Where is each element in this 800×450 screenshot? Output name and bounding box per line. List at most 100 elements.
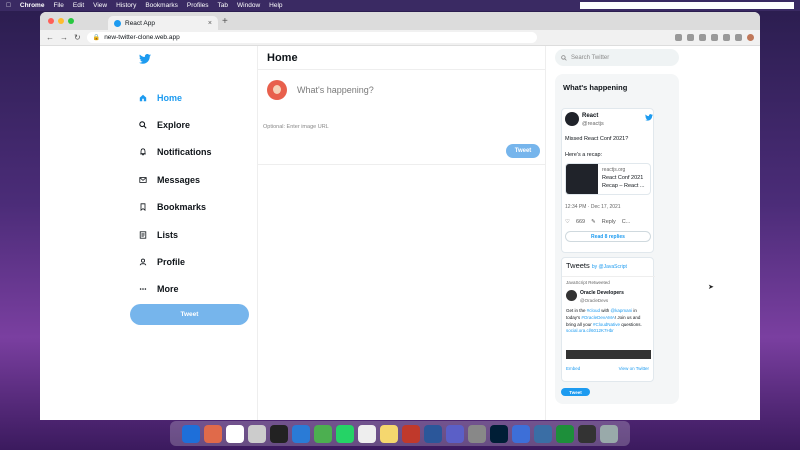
menu-file[interactable]: File xyxy=(53,2,63,9)
list-icon xyxy=(139,231,147,239)
menu-view[interactable]: View xyxy=(93,2,107,9)
menu-window[interactable]: Window xyxy=(237,2,260,9)
network-icon[interactable] xyxy=(534,424,552,443)
sidebar-item-explore[interactable]: Explore xyxy=(139,111,212,138)
back-arrow-icon[interactable]: ← xyxy=(46,33,54,42)
sidebar-item-notifications[interactable]: Notifications xyxy=(139,139,212,166)
extension-icon[interactable] xyxy=(699,34,706,41)
sidebar-item-profile[interactable]: Profile xyxy=(139,248,212,275)
battery-text[interactable]: 42% xyxy=(580,2,593,9)
divider xyxy=(258,164,546,165)
search-input[interactable]: Search Twitter xyxy=(555,49,679,66)
close-tab-icon[interactable]: × xyxy=(208,20,212,27)
timeline-title: Tweets xyxy=(566,261,590,270)
settings-icon[interactable] xyxy=(468,424,486,443)
sidebar-item-label: Home xyxy=(157,92,183,103)
forward-arrow-icon[interactable]: → xyxy=(60,33,68,42)
tweet-media[interactable] xyxy=(566,350,651,359)
extension-icon[interactable] xyxy=(675,34,682,41)
image-url-input[interactable]: Optional: Enter image URL xyxy=(263,124,329,130)
reply-button[interactable]: Reply xyxy=(602,219,616,225)
tweet-author[interactable]: Oracle Developers xyxy=(580,290,624,296)
menu-tab[interactable]: Tab xyxy=(218,2,228,9)
menu-profiles[interactable]: Profiles xyxy=(187,2,209,9)
new-tab-button[interactable]: + xyxy=(222,16,228,27)
maximize-window-button[interactable] xyxy=(68,18,74,24)
sidebar-item-more[interactable]: More xyxy=(139,276,212,303)
numbers-icon[interactable] xyxy=(556,424,574,443)
reload-icon[interactable]: ↻ xyxy=(74,33,81,42)
tweet-handle[interactable]: @reactjs xyxy=(582,121,604,127)
tweet-button[interactable]: Tweet xyxy=(506,144,540,158)
sidebar-item-bookmarks[interactable]: Bookmarks xyxy=(139,194,212,221)
terminal-icon[interactable] xyxy=(270,424,288,443)
sidebar-nav: Home Explore Notifications Messages Book… xyxy=(139,84,212,303)
vscode-icon[interactable] xyxy=(292,424,310,443)
avatar[interactable] xyxy=(267,80,287,100)
timeline-by[interactable]: by @JavaScript xyxy=(592,264,627,270)
menu-history[interactable]: History xyxy=(116,2,136,9)
tweet-author[interactable]: React xyxy=(582,113,598,119)
word-icon[interactable] xyxy=(424,424,442,443)
teams-icon[interactable] xyxy=(446,424,464,443)
embed-link[interactable]: Embed xyxy=(566,366,580,371)
copy-link-button[interactable]: C... xyxy=(622,219,631,225)
timeline-widget: Tweets by @JavaScript JavaScript Retweet… xyxy=(561,257,655,382)
sidebar-item-home[interactable]: Home xyxy=(139,84,212,111)
reply-icon[interactable]: ✎ xyxy=(591,219,596,225)
wifi-icon[interactable]: ≈ xyxy=(601,2,605,9)
calendar-icon[interactable] xyxy=(226,424,244,443)
notes-icon[interactable] xyxy=(380,424,398,443)
timeline-header: Tweets by @JavaScript xyxy=(566,261,627,270)
avatar[interactable] xyxy=(566,290,577,301)
sidebar-item-label: Explore xyxy=(157,120,191,131)
tweet-text: Here's a recap: xyxy=(565,152,603,158)
notion-icon[interactable] xyxy=(358,424,376,443)
filezilla-icon[interactable] xyxy=(402,424,420,443)
menu-help[interactable]: Help xyxy=(269,2,282,9)
browser-tab[interactable]: React App × xyxy=(108,16,218,30)
close-window-button[interactable] xyxy=(48,18,54,24)
twitter-bird-icon[interactable] xyxy=(139,54,151,64)
trash-icon[interactable] xyxy=(600,424,618,443)
clock[interactable]: Sun 24 Apr 7:38:27 PM xyxy=(613,2,680,9)
menubar-app-name[interactable]: Chrome xyxy=(20,2,45,9)
address-bar[interactable]: 🔒 new-twitter-clone.web.app xyxy=(86,32,537,43)
profile-avatar-icon[interactable] xyxy=(747,34,754,41)
person-icon xyxy=(139,258,147,266)
link-preview-card[interactable]: reactjs.org React Conf 2021 Recap – Reac… xyxy=(565,163,651,195)
launchpad-icon[interactable] xyxy=(204,424,222,443)
sidebar-item-messages[interactable]: Messages xyxy=(139,166,212,193)
mail-icon[interactable] xyxy=(512,424,530,443)
photoshop-icon[interactable] xyxy=(490,424,508,443)
extension-icon[interactable] xyxy=(711,34,718,41)
tweet-handle[interactable]: @OracleDevs xyxy=(580,298,608,303)
like-icon[interactable]: ♡ xyxy=(565,219,570,225)
chrome-icon[interactable] xyxy=(314,424,332,443)
search-icon xyxy=(139,121,147,129)
twitter-bird-icon[interactable] xyxy=(645,114,653,121)
mouse-cursor-icon: ➤ xyxy=(708,284,714,291)
finder-icon[interactable] xyxy=(182,424,200,443)
sidebar-tweet-button[interactable]: Tweet xyxy=(130,304,249,325)
search-placeholder: Search Twitter xyxy=(571,54,610,61)
read-replies-button[interactable]: Read 8 replies xyxy=(565,231,651,242)
extension-icon[interactable] xyxy=(723,34,730,41)
extension-icon[interactable] xyxy=(735,34,742,41)
embedded-tweet[interactable]: React @reactjs Missed React Conf 2021? H… xyxy=(561,108,654,253)
menu-bookmarks[interactable]: Bookmarks xyxy=(145,2,178,9)
tweet-timestamp[interactable]: 12:34 PM · Dec 17, 2021 xyxy=(565,204,621,210)
extension-icon[interactable] xyxy=(687,34,694,41)
sidebar-item-lists[interactable]: Lists xyxy=(139,221,212,248)
tweet-share-button[interactable]: Tweet xyxy=(561,388,590,396)
app-icon[interactable] xyxy=(578,424,596,443)
view-on-twitter-link[interactable]: View on Twitter xyxy=(619,366,649,371)
apple-icon[interactable]:  xyxy=(6,2,11,9)
minimize-window-button[interactable] xyxy=(58,18,64,24)
calculator-icon[interactable] xyxy=(248,424,266,443)
compose-input[interactable]: What's happening? xyxy=(297,85,374,95)
whatsapp-icon[interactable] xyxy=(336,424,354,443)
menu-edit[interactable]: Edit xyxy=(73,2,84,9)
macos-dock xyxy=(170,421,630,446)
react-logo-icon xyxy=(565,112,579,126)
